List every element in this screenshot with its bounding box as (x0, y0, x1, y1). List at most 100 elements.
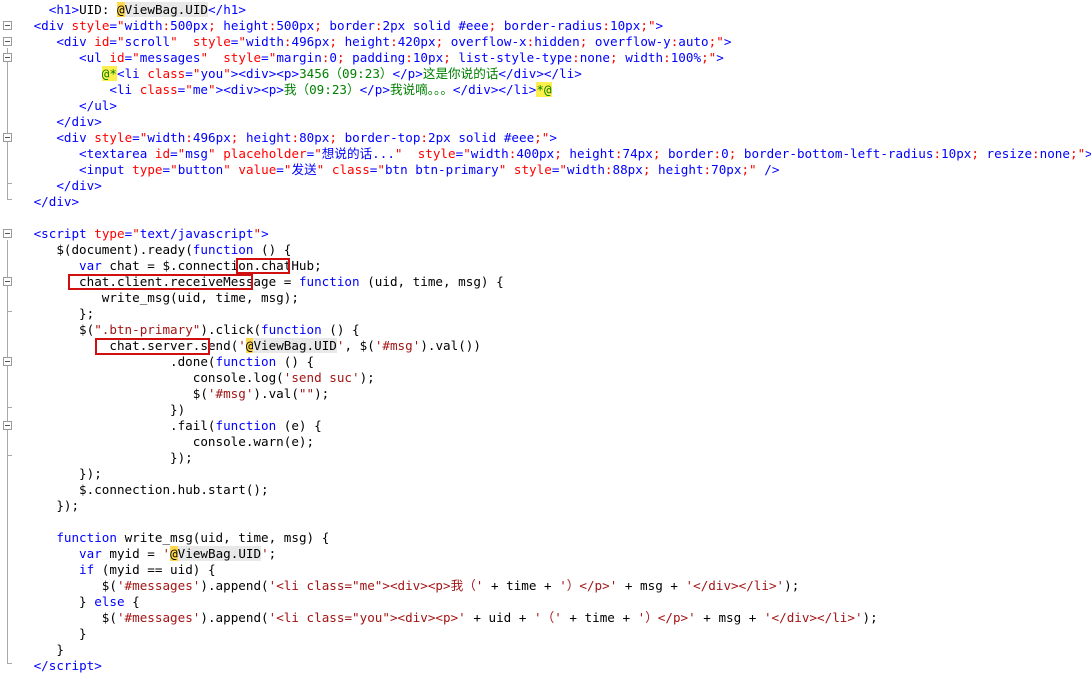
code-token: + msg + (617, 578, 686, 593)
code-line[interactable]: @*<li class="you"><div><p>3456（09:23）</p… (101, 66, 582, 82)
code-token: overflow-x (450, 34, 527, 49)
code-token: console.warn(e); (192, 434, 315, 449)
code-token: > (291, 66, 300, 81)
code-token: function (215, 354, 277, 369)
code-line[interactable]: $(".btn-primary").click(function () { (79, 322, 360, 338)
code-surface[interactable]: <h1>UID: @ViewBag.UID</h1> <div style="wi… (0, 0, 1091, 679)
code-token: 2px solid #eee (382, 18, 489, 33)
code-token: ; (208, 18, 224, 33)
code-token: margin (276, 50, 322, 65)
code-line[interactable]: <h1>UID: @ViewBag.UID</h1> (49, 2, 246, 18)
code-line[interactable]: $('#messages').append('<li class="you"><… (102, 610, 878, 626)
code-line[interactable]: <div id="scroll" style="width:496px; hei… (56, 34, 731, 50)
code-line[interactable]: } else { (79, 594, 140, 610)
code-line[interactable]: <li class="me"><div><p>我（09:23）</p>我说嘀。。… (109, 82, 552, 98)
code-line[interactable]: }) (170, 402, 185, 418)
code-token: function (192, 242, 254, 257)
code-token: '#msg' (374, 338, 421, 353)
code-token: " (223, 66, 231, 81)
code-line[interactable]: .fail(function (e) { (170, 418, 322, 434)
code-token: type (132, 162, 163, 177)
code-token: 我说嘀。。。 (389, 82, 453, 97)
code-token: width (147, 130, 186, 145)
code-token: { (124, 594, 140, 609)
code-token: '#messages' (116, 610, 201, 625)
code-line[interactable]: $.connection.hub.start(); (79, 482, 269, 498)
code-token: : (703, 162, 712, 177)
code-token: msg (185, 146, 209, 161)
code-line[interactable]: if (myid == uid) { (79, 562, 216, 578)
code-token: 2px solid #eee (428, 130, 535, 145)
code-token: $.connection.hub.start(); (79, 482, 269, 497)
code-line[interactable]: write_msg(uid, time, msg); (102, 290, 299, 306)
code-token: script (41, 226, 87, 241)
code-line[interactable]: </div> (56, 114, 102, 130)
code-line[interactable]: <input type="button" value="发送" class="b… (79, 162, 779, 178)
code-token: messages (139, 50, 201, 65)
code-token: </ (56, 114, 72, 129)
code-token: 500px (276, 18, 315, 33)
code-token: btn btn-primary (384, 162, 499, 177)
code-line[interactable]: } (56, 642, 64, 658)
code-token: : (602, 18, 611, 33)
code-line[interactable]: function write_msg(uid, time, msg) { (56, 530, 329, 546)
code-token: @* (101, 66, 117, 81)
code-line[interactable]: </div> (34, 194, 80, 210)
code-token: + time + (561, 610, 638, 625)
code-line[interactable]: <textarea id="msg" placeholder="想说的话..."… (79, 146, 1091, 162)
code-line[interactable]: <div style="width:496px; height:80px; bo… (56, 130, 557, 146)
code-token: < (79, 162, 87, 177)
code-token: < (79, 146, 87, 161)
code-token: </ (56, 178, 72, 193)
code-token: }) (170, 402, 186, 417)
code-line[interactable]: <ul id="messages" style="margin:0; paddi… (79, 50, 724, 66)
code-token: ul (94, 98, 110, 113)
code-token: + time + (483, 578, 560, 593)
code-token: padding (352, 50, 406, 65)
code-token: > (94, 114, 102, 129)
code-token: style (223, 50, 262, 65)
code-line[interactable]: .done(function () { (170, 354, 314, 370)
code-token: }); (79, 466, 102, 481)
code-token: < (109, 82, 117, 97)
code-line[interactable]: chat.client.receiveMessage = function (u… (79, 274, 504, 290)
code-line[interactable]: }); (79, 466, 102, 482)
code-token: script (48, 658, 95, 673)
code-line[interactable]: }); (56, 498, 79, 514)
code-line[interactable]: var myid = '@ViewBag.UID'; (79, 546, 276, 562)
code-token: resize (986, 146, 1033, 161)
code-line[interactable]: }; (79, 306, 94, 322)
code-token: > (574, 66, 582, 81)
code-token: 100% (670, 50, 702, 65)
code-line[interactable]: chat.server.send('@ViewBag.UID', $('#msg… (109, 338, 481, 354)
code-token: >< (215, 82, 231, 97)
code-token: } (56, 642, 64, 657)
code-editor[interactable]: <h1>UID: @ViewBag.UID</h1> <div style="wi… (0, 0, 1091, 679)
code-line[interactable]: $('#msg').val(""); (193, 386, 330, 402)
code-token: 496px (192, 130, 231, 145)
code-line[interactable]: var chat = $.connection.chatHub; (79, 258, 322, 274)
code-token: var (79, 258, 102, 273)
code-line[interactable]: </div> (56, 178, 102, 194)
code-line[interactable]: $(document).ready(function () { (56, 242, 291, 258)
code-token: < (79, 50, 87, 65)
code-token: style (71, 18, 110, 33)
code-line[interactable]: </script> (34, 658, 102, 674)
code-line[interactable]: </ul> (79, 98, 117, 114)
code-token: >< (230, 66, 246, 81)
code-token: /> (764, 162, 780, 177)
code-line[interactable]: console.warn(e); (193, 434, 314, 450)
code-token: scroll (124, 34, 171, 49)
code-line[interactable]: $('#messages').append('<li class="me"><d… (102, 578, 800, 594)
code-token: ;" (741, 162, 757, 177)
code-token: ); (784, 578, 800, 593)
code-line[interactable]: <script type="text/javascript"> (34, 226, 269, 242)
code-line[interactable]: <div style="width:500px; height:500px; b… (34, 18, 664, 34)
code-line[interactable]: }); (170, 450, 193, 466)
code-token: ; (337, 50, 353, 65)
code-token: > (382, 82, 390, 97)
code-token: >< (268, 66, 284, 81)
code-line[interactable]: } (79, 626, 87, 642)
code-token: .fail( (170, 418, 216, 433)
code-line[interactable]: console.log('send suc'); (193, 370, 375, 386)
